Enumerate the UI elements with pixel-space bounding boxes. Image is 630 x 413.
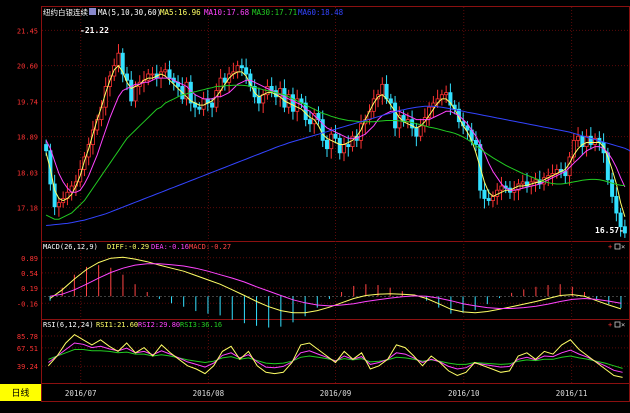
candle-body (222, 77, 227, 83)
candle-body (129, 79, 134, 102)
price-y-tick-label: 19.74 (17, 98, 38, 106)
rsi-indicator-label: RSI(6,12,24) (43, 321, 94, 329)
candle-body (618, 212, 623, 228)
candle-body (290, 94, 295, 112)
candle-body (384, 83, 389, 100)
price-y-tick-label: 17.18 (17, 205, 38, 213)
candle-body (342, 144, 347, 154)
rsi-legend: RSI(6,12,24) RSI1:21.60 RSI2:29.80 RSI3:… (43, 321, 222, 329)
macd-close-icon[interactable]: × (621, 243, 625, 251)
candle-body (256, 96, 261, 104)
candle-body (576, 135, 581, 141)
candle-body (150, 73, 155, 76)
candle-body (346, 144, 351, 148)
x-tick-label: 2016/10 (448, 389, 480, 398)
candle-body (239, 65, 244, 69)
candle-body (133, 86, 138, 102)
candle-body (307, 119, 312, 125)
macd-indicator-label: MACD(26,12,9) (43, 243, 98, 251)
macd-y-tick-label: 0.19 (21, 285, 38, 293)
price-y-tick-label: 20.60 (17, 63, 38, 71)
rsi-close-icon[interactable]: × (621, 321, 625, 329)
x-tick-label: 2016/11 (556, 389, 588, 398)
candle-body (414, 127, 419, 137)
candle-body (444, 92, 449, 96)
period-button-label[interactable]: 日线 (11, 387, 29, 399)
price-y-tick-label: 18.03 (17, 169, 38, 177)
ma-indicator-label: MA(5,10,30,60) (98, 8, 161, 17)
rsi-y-tick-label: 85.78 (17, 333, 38, 341)
candle-body (614, 196, 619, 214)
candle-body (56, 202, 61, 208)
rsi-add-icon[interactable]: + (608, 321, 612, 329)
x-tick-label: 2016/09 (320, 389, 352, 398)
legend-rsi1: RSI1:21.60 (96, 321, 138, 329)
candle-body (473, 139, 478, 145)
legend-rsi2: RSI2:29.80 (138, 321, 180, 329)
rsi-y-axis: 85.78 67.51 39.24 (17, 333, 38, 371)
legend-diff: DIFF:-0.29 (107, 243, 149, 251)
x-tick-label: 2016/08 (193, 389, 225, 398)
candle-body (490, 196, 495, 201)
legend-macd: MACD:-0.27 (189, 243, 231, 251)
low-price-label: 16.57- (595, 226, 624, 235)
legend-rsi3: RSI3:36.16 (180, 321, 222, 329)
legend-toggle-icon[interactable] (89, 8, 96, 15)
candle-body (482, 189, 487, 199)
candle-body (465, 125, 470, 131)
chart-svg: 21.45 20.60 19.74 18.89 18.03 17.18 -21.22 16… (0, 0, 630, 409)
price-y-tick-label: 21.45 (17, 27, 38, 35)
period-button[interactable]: 日线 (0, 384, 41, 401)
rsi-y-tick-label: 67.51 (17, 345, 38, 353)
candle-body (197, 106, 202, 110)
candle-body (44, 144, 49, 152)
high-price-label: -21.22 (80, 26, 109, 35)
candle-body (388, 98, 393, 104)
candle-body (244, 67, 249, 75)
rsi-y-tick-label: 39.24 (17, 363, 38, 371)
candle-body (418, 125, 423, 137)
macd-y-tick-label: -0.16 (17, 300, 38, 308)
candle-body (261, 94, 266, 104)
candle-body (235, 65, 240, 73)
candle-body (163, 69, 168, 73)
candle-body (214, 90, 219, 108)
candle-body (337, 137, 342, 154)
price-y-tick-label: 18.89 (17, 134, 38, 142)
legend-ma60: MA60:18.48 (298, 8, 344, 17)
macd-y-tick-label: 0.54 (21, 270, 38, 278)
candle-body (52, 183, 57, 208)
candle-body (333, 133, 338, 139)
candle-body (486, 198, 491, 201)
legend-ma5: MA5:16.96 (160, 8, 201, 17)
candle-body (116, 52, 121, 67)
candle-body (210, 102, 215, 108)
legend-ma10: MA10:17.68 (204, 8, 250, 17)
candle-body (380, 83, 385, 96)
candle-body (393, 102, 398, 129)
x-tick-label: 2016/07 (65, 389, 97, 398)
legend-ma30: MA30:17.71 (252, 8, 297, 17)
macd-y-tick-label: 0.89 (21, 255, 38, 263)
instrument-title: 纽约白银连续 (43, 7, 88, 17)
macd-legend: MACD(26,12,9) DIFF:-0.29 DEA:-0.16 MACD:… (43, 243, 231, 251)
legend-dea: DEA:-0.16 (151, 243, 189, 251)
candle-body (499, 185, 504, 191)
macd-add-icon[interactable]: + (608, 243, 612, 251)
candle-body (146, 73, 151, 81)
candle-body (167, 69, 172, 79)
candle-body (533, 179, 538, 183)
candle-body (324, 139, 329, 150)
candle-body (439, 94, 444, 100)
candle-body (520, 181, 525, 185)
chart-window: 21.45 20.60 19.74 18.89 18.03 17.18 -21.22 16… (0, 0, 630, 409)
